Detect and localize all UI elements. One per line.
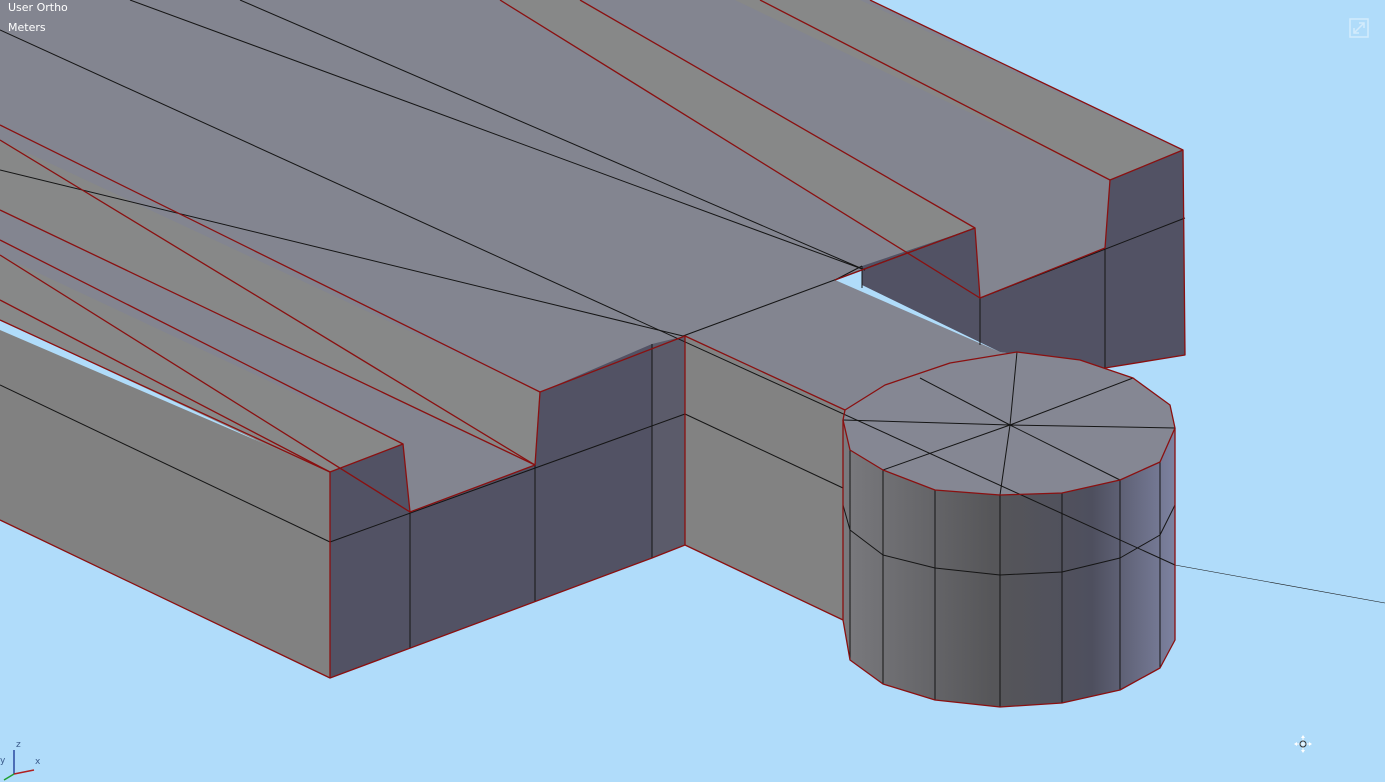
3d-viewport[interactable]	[0, 0, 1385, 782]
axis-z-label: z	[16, 740, 21, 750]
axis-x-label: x	[35, 757, 41, 767]
front-face-notch	[652, 336, 685, 558]
axis-y-label: y	[0, 756, 6, 766]
units-label: Meters	[8, 21, 46, 34]
maximize-icon[interactable]	[1349, 18, 1369, 38]
axis-gizmo-icon: z x y	[0, 740, 50, 782]
move-cursor-icon	[1294, 735, 1312, 753]
mesh-model[interactable]	[0, 0, 1385, 708]
view-name-label: User Ortho	[8, 1, 68, 14]
